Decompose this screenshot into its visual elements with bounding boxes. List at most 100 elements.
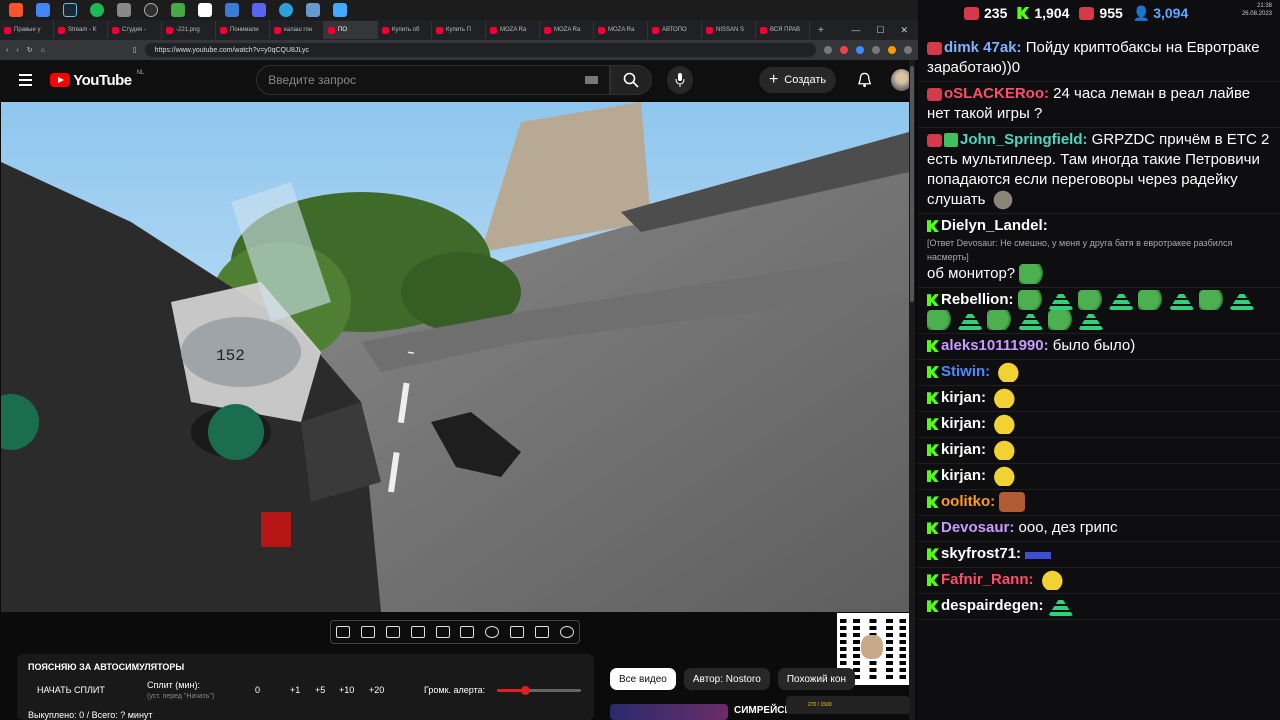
chat-username[interactable]: oSLACKERoo: — [944, 85, 1049, 102]
page-scrollbar[interactable] — [909, 60, 915, 720]
search-input[interactable]: Введите запрос — [256, 65, 610, 95]
close-icon[interactable]: ✕ — [900, 25, 908, 36]
chat-username[interactable]: oolitko: — [941, 493, 995, 510]
browser-tab[interactable]: ВСЯ ПРАВ — [756, 21, 810, 39]
app-icon[interactable] — [252, 3, 266, 17]
crop-icon[interactable] — [435, 626, 450, 638]
app-icon[interactable] — [225, 3, 239, 17]
browser-tab[interactable]: Купить об — [378, 21, 432, 39]
app-icon[interactable] — [117, 3, 131, 17]
chat-username[interactable]: skyfrost71: — [941, 545, 1021, 562]
menu-icon[interactable] — [19, 74, 33, 86]
chat-username[interactable]: kirjan: — [941, 415, 986, 432]
chat-username[interactable]: dimk 47ak: — [944, 39, 1022, 56]
dotted-frame-icon[interactable] — [460, 626, 475, 638]
extension-icon[interactable] — [824, 46, 832, 54]
add-frame-icon[interactable] — [509, 626, 524, 638]
app-icon[interactable] — [198, 3, 212, 17]
browser-tab[interactable]: Студия - — [108, 21, 162, 39]
app-icon[interactable] — [171, 3, 185, 17]
recommended-title[interactable]: СИМРЕЙСИ — [734, 705, 792, 716]
screenshot-icon[interactable] — [534, 626, 549, 638]
search-button[interactable] — [610, 65, 652, 95]
chat-username[interactable]: kirjan: — [941, 389, 986, 406]
brave-icon[interactable] — [9, 3, 23, 17]
extension-icon[interactable] — [904, 46, 912, 54]
browser-tab[interactable]: ПО — [324, 21, 378, 39]
chrome-icon[interactable] — [36, 3, 50, 17]
video-player[interactable]: 152 — [1, 102, 909, 612]
browser-tab[interactable]: MOZA Ra — [594, 21, 648, 39]
create-button[interactable]: + Создать — [758, 67, 837, 93]
browser-tab[interactable]: АВТОПО — [648, 21, 702, 39]
increment-button[interactable]: +20 — [369, 685, 384, 695]
steam-icon[interactable] — [63, 3, 77, 17]
extension-icon[interactable] — [840, 46, 848, 54]
keyboard-icon[interactable] — [585, 76, 598, 84]
app-icon[interactable] — [306, 3, 320, 17]
slider-knob[interactable] — [520, 686, 530, 695]
scrollbar-thumb[interactable] — [910, 66, 914, 302]
minimize-icon[interactable]: — — [851, 25, 860, 36]
extension-icon[interactable] — [856, 46, 864, 54]
chat-username[interactable]: aleks10111990: — [941, 337, 1049, 354]
camera-icon[interactable] — [385, 626, 400, 638]
tab-label: АВТОПО — [662, 27, 687, 33]
home-icon[interactable]: ⌂ — [41, 47, 45, 54]
browser-tab[interactable]: Stream - K — [54, 21, 108, 39]
browser-tab[interactable]: -221.png — [162, 21, 216, 39]
chip-similar[interactable]: Похожий кон — [777, 668, 855, 690]
maximize-icon[interactable]: ☐ — [876, 25, 884, 36]
film-icon[interactable] — [410, 626, 425, 638]
browser-tab[interactable]: NISSAN S — [702, 21, 756, 39]
chip-all-videos[interactable]: Все видео — [610, 668, 676, 690]
back-icon[interactable]: ‹ — [6, 47, 8, 54]
start-split-button[interactable]: НАЧАТЬ СПЛИТ — [37, 685, 105, 695]
obs-icon[interactable] — [144, 3, 158, 17]
new-tab-icon[interactable]: + — [818, 25, 824, 36]
chat-username[interactable]: Stiwin: — [941, 363, 990, 380]
voice-search-button[interactable] — [666, 66, 693, 94]
chat-username[interactable]: Rebellion: — [941, 291, 1014, 308]
notifications-bell-icon[interactable] — [858, 72, 872, 88]
recommended-thumbnail[interactable] — [610, 704, 728, 720]
increment-button[interactable]: +10 — [339, 685, 354, 695]
chat-username[interactable]: Devosaur: — [941, 519, 1014, 536]
party-progress-text: 270 / 1500 — [808, 702, 832, 708]
chat-username[interactable]: kirjan: — [941, 467, 986, 484]
speedometer-icon[interactable] — [485, 626, 500, 638]
browser-tab[interactable]: Правые у — [0, 21, 54, 39]
split-label: Сплит (мин): — [147, 680, 200, 690]
browser-tab[interactable]: Купить П — [432, 21, 486, 39]
panel-title: ПОЯСНЯЮ ЗА АВТОСИМУЛЯТОРЫ — [28, 662, 185, 672]
chat-username[interactable]: Fafnir_Rann: — [941, 571, 1034, 588]
app-icon[interactable] — [333, 3, 347, 17]
forward-icon[interactable]: › — [16, 47, 18, 54]
bookmark-icon[interactable]: ▯ — [133, 46, 137, 54]
chat-username[interactable]: kirjan: — [941, 441, 986, 458]
browser-tab[interactable]: MOZA Ra — [540, 21, 594, 39]
chat-username[interactable]: Dielyn_Landel: — [941, 217, 1048, 234]
chip-author[interactable]: Автор: Nostoro — [683, 668, 770, 690]
browser-tab[interactable]: Понимали — [216, 21, 270, 39]
settings-gear-icon[interactable] — [559, 626, 574, 638]
extension-icon[interactable] — [888, 46, 896, 54]
reload-icon[interactable]: ↻ — [27, 46, 33, 54]
browser-tab[interactable]: калаш гон — [270, 21, 324, 39]
browser-tab[interactable]: MOZA Ra — [486, 21, 540, 39]
extension-icon[interactable] — [872, 46, 880, 54]
increment-button[interactable]: +1 — [290, 685, 300, 695]
telegram-icon[interactable] — [279, 3, 293, 17]
chat-username[interactable]: despairdegen: — [941, 597, 1044, 614]
broadcast-icon[interactable] — [361, 626, 376, 638]
alert-volume-slider[interactable] — [497, 686, 581, 695]
url-field[interactable]: https://www.youtube.com/watch?v=y0qCQU8J… — [144, 43, 816, 57]
live-badge-icon — [927, 87, 942, 101]
refresh-icon[interactable] — [336, 626, 351, 638]
chat-panel: 235 1,904 955 👤 3,094 21:38 26.08.2023 dim… — [918, 0, 1280, 720]
chat-username[interactable]: John_Springfield: — [960, 131, 1088, 148]
increment-button[interactable]: +5 — [315, 685, 325, 695]
spotify-icon[interactable] — [90, 3, 104, 17]
chat-emote — [990, 466, 1017, 487]
youtube-logo[interactable]: YouTube NL — [50, 70, 144, 89]
